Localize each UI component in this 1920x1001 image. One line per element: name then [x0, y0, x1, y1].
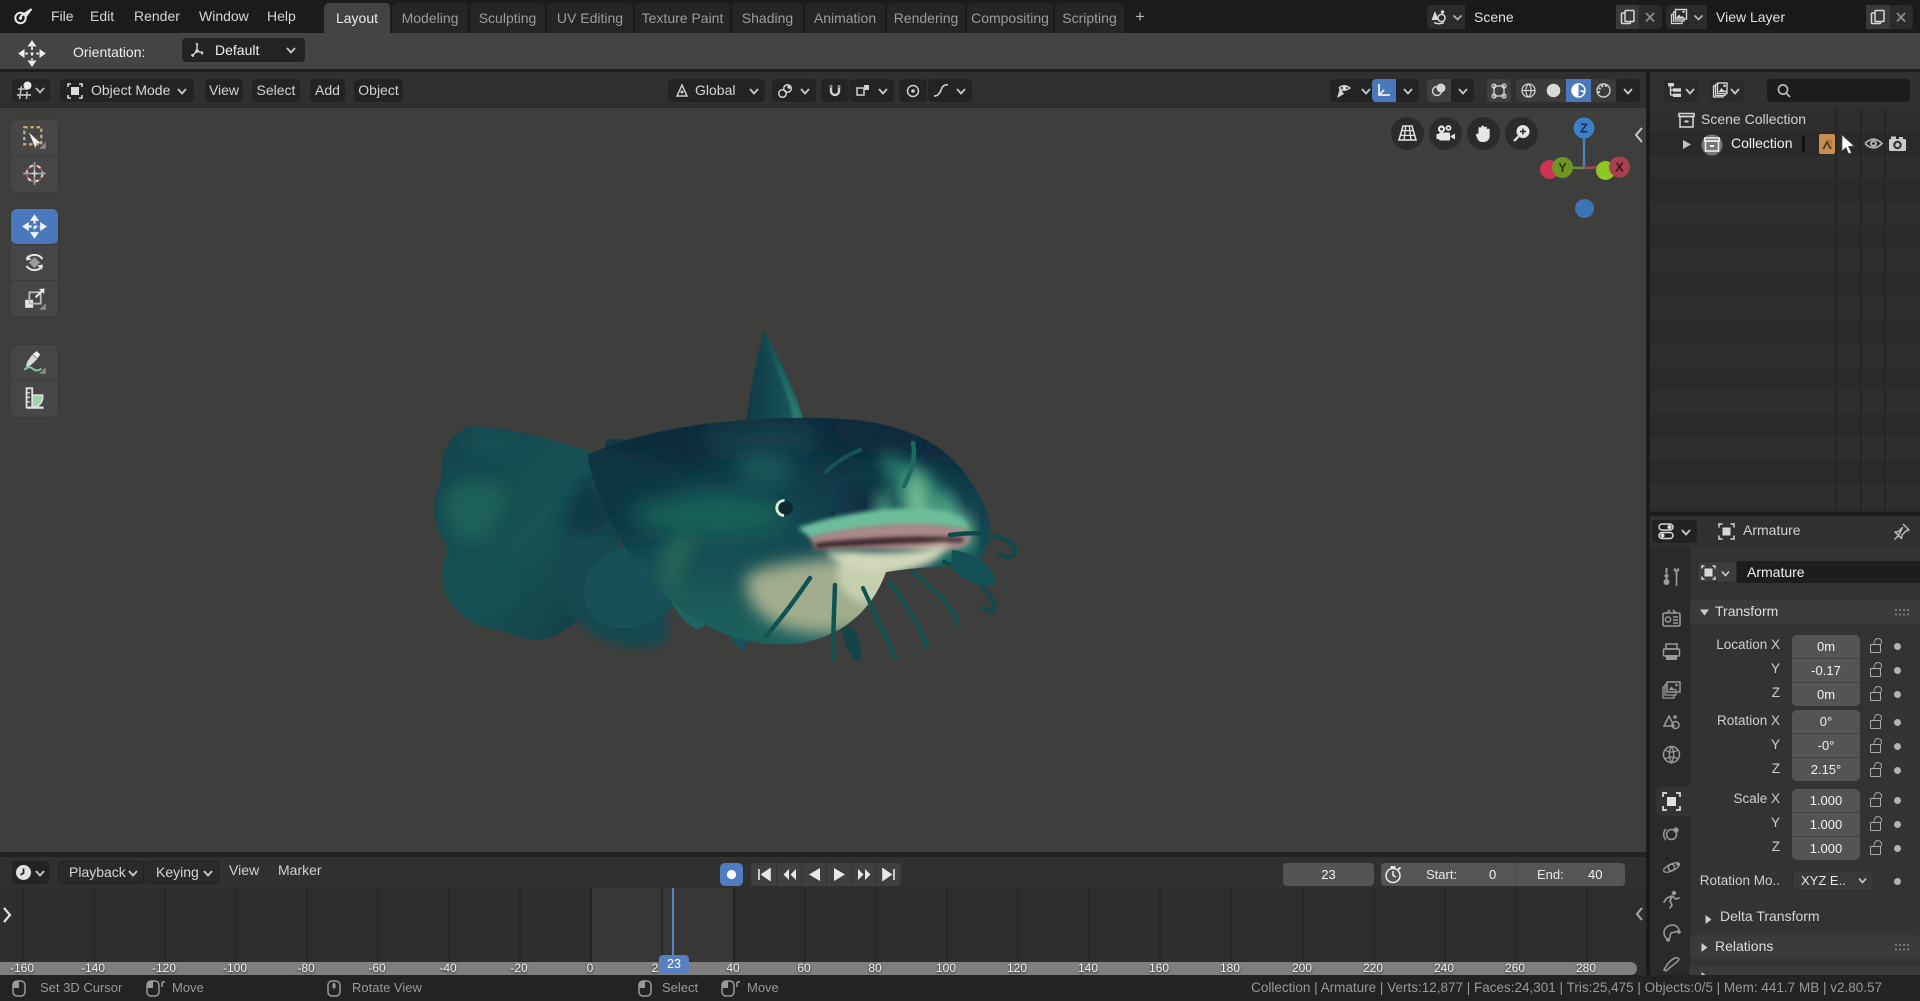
svg-text:Z: Z [1580, 121, 1588, 136]
svg-text:Y: Y [1558, 160, 1567, 175]
svg-text:X: X [1615, 160, 1624, 175]
